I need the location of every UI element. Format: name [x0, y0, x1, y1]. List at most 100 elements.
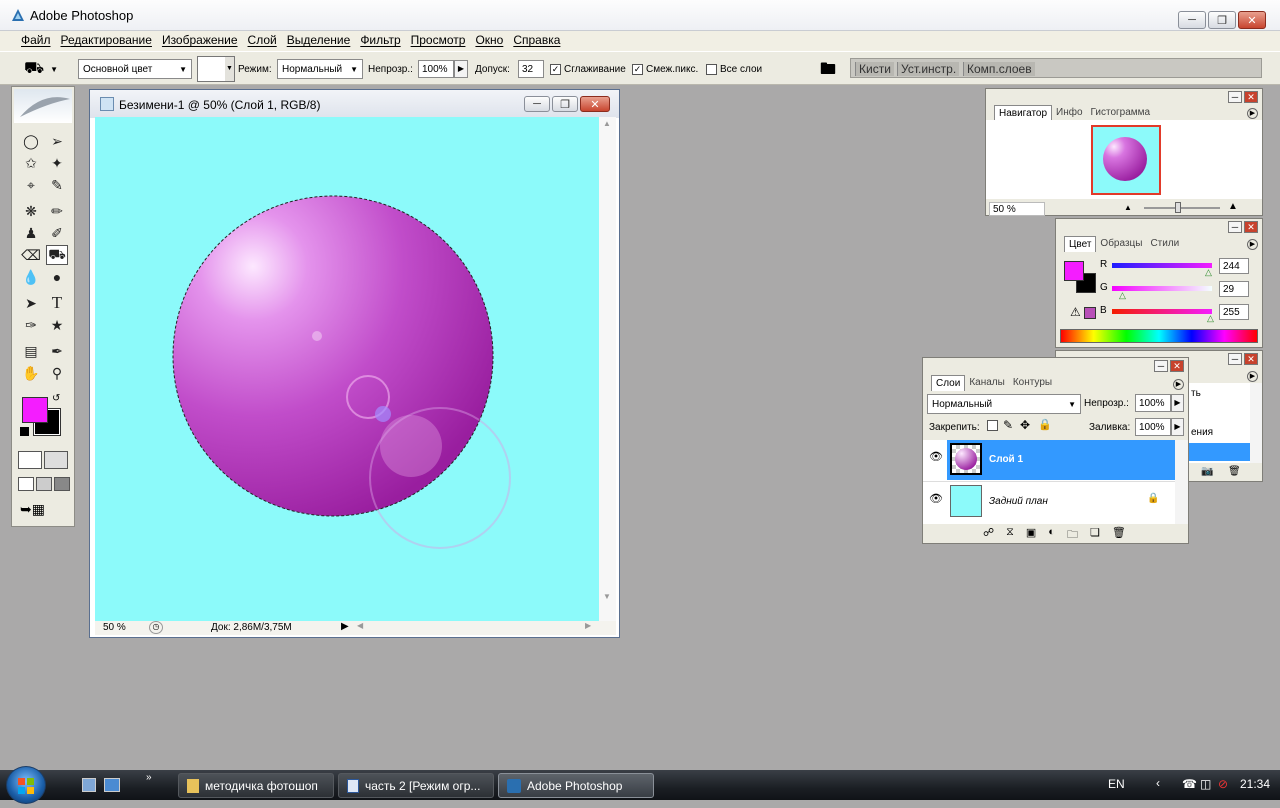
new-layer-icon[interactable]: ❏ — [1090, 526, 1100, 545]
zoom-tool-icon[interactable]: ⚲ — [46, 363, 68, 383]
navigator-zoom-input[interactable]: 50 % — [989, 202, 1045, 216]
path-selection-icon[interactable]: ➤ — [20, 293, 42, 313]
language-indicator[interactable]: EN — [1108, 777, 1125, 791]
g-input[interactable]: 29 — [1219, 281, 1249, 297]
menu-image[interactable]: Изображение — [157, 31, 243, 51]
close-button[interactable]: ✕ — [1238, 11, 1266, 29]
link-layers-icon[interactable]: ☍ — [983, 526, 994, 545]
jump-to-imageready-icon[interactable]: ➥▦ — [20, 501, 66, 521]
default-colors-icon[interactable] — [20, 427, 29, 436]
menu-file[interactable]: Файл — [16, 31, 56, 51]
quicklaunch-more-icon[interactable]: » — [146, 772, 152, 783]
shape-tool-icon[interactable]: ★ — [46, 315, 68, 335]
tab-channels[interactable]: Каналы — [965, 375, 1009, 391]
swap-colors-icon[interactable]: ↺ — [52, 393, 60, 404]
doc-minimize-button[interactable]: ─ — [524, 96, 550, 112]
r-slider[interactable] — [1112, 263, 1212, 268]
g-slider-thumb[interactable]: △ — [1119, 290, 1126, 301]
layer-name[interactable]: Слой 1 — [989, 454, 1023, 465]
hand-tool-icon[interactable]: ✋ — [20, 363, 42, 383]
clock[interactable]: 21:34 — [1240, 777, 1270, 791]
scroll-up-icon[interactable]: ▲ — [603, 119, 611, 128]
restore-button[interactable]: ❐ — [1208, 11, 1236, 29]
crop-tool-icon[interactable]: ⌖ — [20, 175, 42, 195]
panel-menu-icon[interactable]: ▶ — [1247, 371, 1258, 382]
antialias-checkbox[interactable]: ✓ — [550, 64, 561, 75]
foreground-color-swatch[interactable] — [22, 397, 48, 423]
zoom-out-icon[interactable]: ▲ — [1124, 203, 1132, 212]
new-group-icon[interactable]: 🗀 — [1067, 526, 1078, 545]
color-ramp[interactable] — [1060, 329, 1258, 343]
gamut-color-swatch[interactable] — [1084, 307, 1096, 319]
start-button[interactable] — [6, 766, 46, 804]
tolerance-input[interactable]: 32 — [518, 60, 544, 78]
tray-expand-icon[interactable]: ‹ — [1156, 776, 1160, 790]
panel-minimize-button[interactable]: ─ — [1228, 353, 1242, 365]
all-layers-checkbox[interactable] — [706, 64, 717, 75]
color-foreground-swatch[interactable] — [1064, 261, 1084, 281]
notes-tool-icon[interactable]: ▤ — [20, 341, 42, 361]
menu-layer[interactable]: Слой — [243, 31, 282, 51]
g-slider[interactable] — [1112, 286, 1212, 291]
history-item-text[interactable]: ть — [1191, 388, 1201, 399]
eye-icon[interactable]: 👁 — [927, 450, 945, 468]
r-slider-thumb[interactable]: △ — [1205, 267, 1212, 278]
tab-styles[interactable]: Стили — [1146, 236, 1183, 252]
stamp-tool-icon[interactable]: ♟ — [20, 223, 42, 243]
well-tab-brushes[interactable]: Кисти — [855, 62, 894, 76]
fill-source-select[interactable]: Основной цвет ▼ — [78, 59, 192, 79]
panel-menu-icon[interactable]: ▶ — [1173, 379, 1184, 390]
eraser-tool-icon[interactable]: ⌫ — [20, 245, 42, 265]
navigator-zoom-slider[interactable] — [1144, 202, 1220, 213]
blend-mode-select[interactable]: Нормальный ▼ — [927, 394, 1081, 414]
taskbar-item-photoshop[interactable]: Adobe Photoshop — [498, 773, 654, 798]
menu-edit[interactable]: Редактирование — [56, 31, 157, 51]
healing-brush-icon[interactable]: ❋ — [20, 201, 42, 221]
fill-input[interactable]: 100% — [1135, 418, 1171, 436]
magic-wand-tool-icon[interactable]: ✦ — [46, 153, 68, 173]
history-item-selected[interactable] — [1186, 443, 1250, 461]
show-desktop-icon[interactable] — [82, 778, 96, 792]
screen-mode-full-menu-icon[interactable] — [36, 477, 52, 491]
panel-minimize-button[interactable]: ─ — [1154, 360, 1168, 372]
tab-color[interactable]: Цвет — [1064, 236, 1097, 252]
tab-paths[interactable]: Контуры — [1009, 375, 1056, 391]
doc-close-button[interactable]: ✕ — [580, 96, 610, 112]
file-browser-icon[interactable]: 🖿 — [816, 58, 840, 80]
scroll-right-icon[interactable]: ▶ — [585, 621, 591, 630]
quick-mask-icon[interactable] — [44, 451, 68, 469]
blur-tool-icon[interactable]: 💧 — [20, 267, 42, 287]
layer-mask-icon[interactable]: ▣ — [1026, 526, 1036, 545]
tool-preset-picker[interactable]: ⛟ ▼ — [24, 58, 68, 80]
quicklaunch-icon[interactable] — [104, 778, 120, 792]
tray-safely-remove-icon[interactable]: ◫ — [1200, 777, 1211, 791]
scroll-down-icon[interactable]: ▼ — [603, 592, 611, 601]
screen-mode-full-icon[interactable] — [54, 477, 70, 491]
panel-minimize-button[interactable]: ─ — [1228, 221, 1242, 233]
panel-menu-icon[interactable]: ▶ — [1247, 108, 1258, 119]
pattern-picker[interactable]: ▼ — [197, 56, 235, 82]
lock-pixels-icon[interactable]: ✎ — [1003, 418, 1013, 432]
zoom-readout[interactable]: 50 % — [103, 622, 126, 633]
slice-tool-icon[interactable]: ✎ — [46, 175, 68, 195]
tab-navigator[interactable]: Навигатор — [994, 105, 1053, 121]
tray-volume-muted-icon[interactable]: ⊘ — [1218, 777, 1228, 791]
minimize-button[interactable]: ─ — [1178, 11, 1206, 29]
contiguous-checkbox[interactable]: ✓ — [632, 64, 643, 75]
taskbar-item-document[interactable]: часть 2 [Режим огр... — [338, 773, 494, 798]
tab-swatches[interactable]: Образцы — [1096, 236, 1146, 252]
move-tool-icon[interactable]: ➢ — [46, 131, 68, 151]
canvas[interactable] — [95, 117, 599, 621]
history-scrollbar[interactable] — [1250, 383, 1262, 463]
well-tab-layer-comps[interactable]: Комп.слоев — [963, 62, 1035, 76]
eyedropper-tool-icon[interactable]: ✒ — [46, 341, 68, 361]
panel-close-button[interactable]: ✕ — [1244, 221, 1258, 233]
zoom-slider-thumb[interactable] — [1175, 202, 1181, 213]
layer-row[interactable]: 👁 Слой 1 — [923, 440, 1175, 480]
b-slider-thumb[interactable]: △ — [1207, 313, 1214, 324]
menu-view[interactable]: Просмотр — [406, 31, 471, 51]
marquee-tool-icon[interactable]: ◯ — [20, 131, 42, 151]
layer-name[interactable]: Задний план — [989, 496, 1048, 507]
doc-restore-button[interactable]: ❐ — [552, 96, 578, 112]
zoom-in-icon[interactable]: ▲ — [1228, 201, 1238, 212]
